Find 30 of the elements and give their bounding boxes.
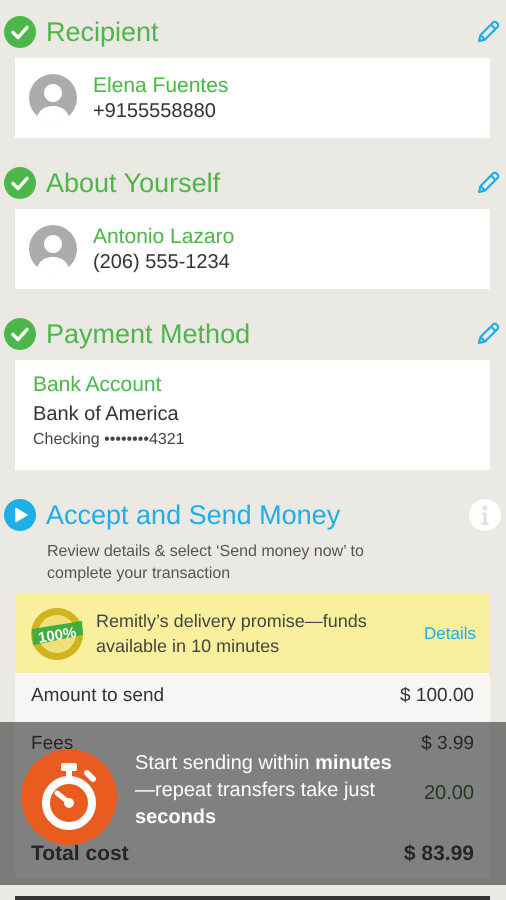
- summary-value: $ 83.99: [404, 842, 474, 866]
- review-description: Review details & select ‘Send money now’ to complete your transaction: [47, 542, 365, 584]
- edit-icon[interactable]: [475, 19, 501, 45]
- avatar-icon: [29, 74, 77, 122]
- edit-icon[interactable]: [475, 170, 501, 196]
- contact-name: Antonio Lazaro: [93, 224, 234, 248]
- summary-label: Total cost: [31, 842, 129, 866]
- bank-name: Bank of America: [33, 403, 180, 426]
- section-title: About Yourself: [46, 168, 222, 198]
- summary-value: $ 100.00: [400, 685, 474, 707]
- stopwatch-icon: [21, 748, 117, 844]
- info-icon[interactable]: [469, 499, 501, 531]
- avatar-icon: [29, 225, 77, 273]
- summary-value: 20.00: [424, 782, 474, 805]
- guarantee-seal: 100%: [30, 606, 84, 660]
- section-title: Payment Method: [46, 318, 252, 350]
- section-title: Accept and Send Money: [46, 500, 342, 530]
- summary-value: $ 3.99: [421, 733, 474, 755]
- contact-phone: +9155558880: [93, 100, 217, 122]
- tip-text: Start sending within minutes—repeat transfers take just seconds: [135, 751, 393, 830]
- edit-icon[interactable]: [475, 321, 501, 347]
- summary-label: Amount to send: [31, 685, 164, 707]
- summary-label: Fees: [31, 733, 74, 755]
- promise-text: Remitly’s delivery promise—funds available in 10 minutes: [96, 610, 368, 658]
- contact-phone: (206) 555-1234: [93, 250, 231, 274]
- section-title: Recipient: [46, 16, 160, 48]
- account-number: Checking ••••••••4321: [33, 431, 186, 449]
- payment-method: Bank Account: [33, 373, 162, 397]
- contact-name: Elena Fuentes: [93, 74, 228, 98]
- details-link[interactable]: Details: [424, 624, 476, 644]
